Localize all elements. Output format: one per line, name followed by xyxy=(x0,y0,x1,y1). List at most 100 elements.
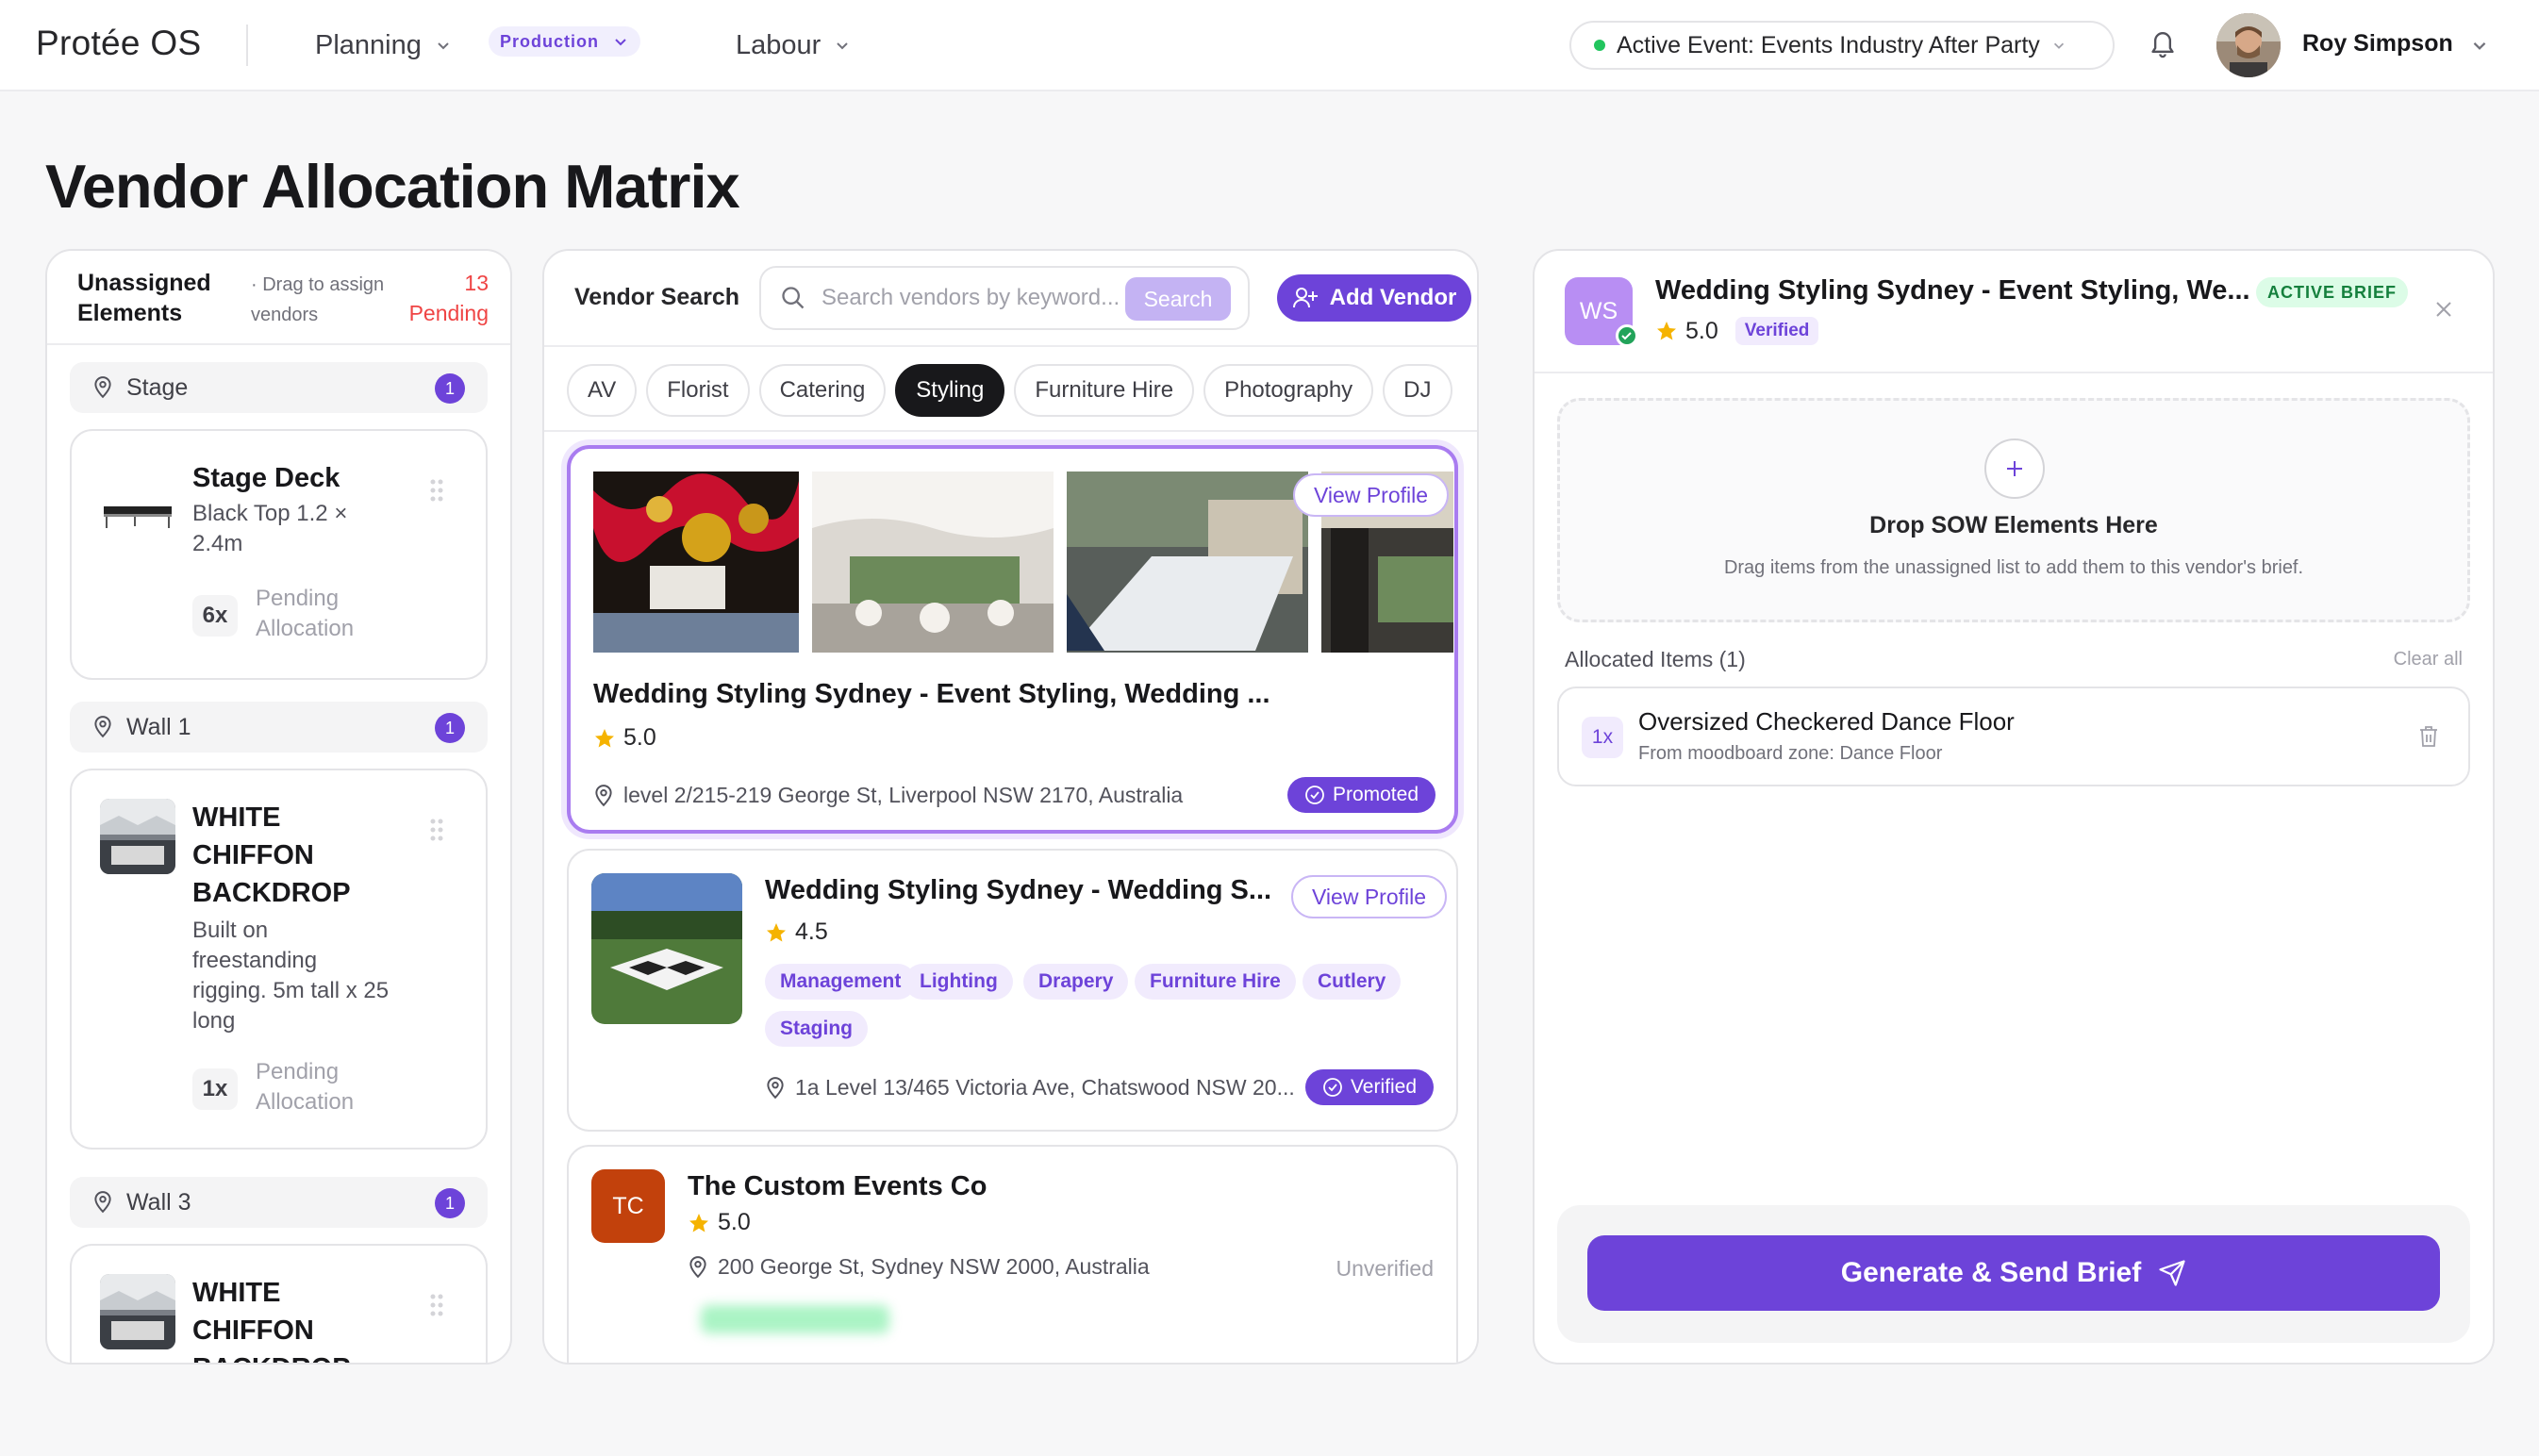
category-chip[interactable]: Catering xyxy=(758,364,887,417)
search-input[interactable] xyxy=(821,285,1123,311)
vendor-photo xyxy=(1067,472,1308,653)
unverified-status: Unverified xyxy=(1336,1256,1434,1281)
blurred-contact xyxy=(701,1305,889,1333)
bell-icon[interactable] xyxy=(2148,28,2178,60)
element-card[interactable]: WHITE CHIFFON BACKDROP xyxy=(70,1244,488,1363)
category-chip[interactable]: Furniture Hire xyxy=(1014,364,1195,417)
online-status-icon xyxy=(1616,324,1638,347)
close-icon[interactable] xyxy=(2432,298,2455,321)
sow-drop-zone[interactable]: Drop SOW Elements Here Drag items from t… xyxy=(1557,398,2470,622)
divider xyxy=(246,25,248,66)
element-title: WHITE CHIFFON BACKDROP xyxy=(192,1278,351,1363)
trash-icon[interactable] xyxy=(2417,724,2440,749)
vendor-name[interactable]: Wedding Styling Sydney - Event Styling, … xyxy=(593,679,1270,710)
user-name[interactable]: Roy Simpson xyxy=(2302,30,2453,58)
zone-name: Wall 1 xyxy=(126,713,191,740)
vendor-card[interactable]: TC The Custom Events Co 5.0 200 George S… xyxy=(567,1145,1458,1363)
zone-header-stage[interactable]: Stage 1 xyxy=(70,362,488,413)
allocation-status: Pending Allocation xyxy=(256,1059,355,1115)
vendor-address: 200 George St, Sydney NSW 2000, Australi… xyxy=(688,1254,1150,1280)
active-event-label: Active Event: Events Industry After Part… xyxy=(1617,31,2040,58)
rating-value: 5.0 xyxy=(623,724,656,751)
allocated-item: 1x Oversized Checkered Dance Floor From … xyxy=(1557,687,2470,786)
category-chip[interactable]: Florist xyxy=(646,364,750,417)
panel-header: Unassigned Elements · Drag to assign ven… xyxy=(47,251,510,345)
vendor-search-panel: Vendor Search Search Add Vendor AVFloris… xyxy=(542,249,1479,1365)
search-button[interactable]: Search xyxy=(1125,277,1231,321)
drop-zone-subtitle: Drag items from the unassigned list to a… xyxy=(1723,557,2304,578)
service-tag: Drapery xyxy=(1023,964,1129,1000)
brief-footer: Generate & Send Brief xyxy=(1557,1205,2470,1343)
view-profile-button[interactable]: View Profile xyxy=(1291,875,1448,918)
chevron-down-icon[interactable] xyxy=(2470,36,2489,55)
element-card[interactable]: WHITE CHIFFON BACKDROP Built on freestan… xyxy=(70,769,488,1150)
element-thumbnail xyxy=(100,799,175,874)
badge-label: Promoted xyxy=(1332,784,1419,805)
zone-count-badge: 1 xyxy=(435,1188,465,1218)
status-dot-icon xyxy=(1594,40,1605,51)
vendor-rating: 4.5 xyxy=(765,918,828,946)
active-event-selector[interactable]: Active Event: Events Industry After Part… xyxy=(1569,21,2115,70)
element-card[interactable]: Stage Deck Black Top 1.2 × 2.4m 6x Pendi… xyxy=(70,429,488,680)
view-profile-button[interactable]: View Profile xyxy=(1293,473,1450,517)
nav-labour[interactable]: Labour xyxy=(711,15,875,75)
category-chip-selected[interactable]: Styling xyxy=(895,364,1005,417)
service-tag: Management xyxy=(765,964,917,1000)
drag-handle-icon[interactable] xyxy=(429,478,444,503)
vendor-rating: 5.0 xyxy=(688,1209,751,1236)
generate-send-brief-button[interactable]: Generate & Send Brief xyxy=(1587,1235,2440,1311)
vendor-name[interactable]: The Custom Events Co xyxy=(688,1171,987,1202)
promoted-badge: Promoted xyxy=(1286,777,1435,813)
nav-label: Labour xyxy=(736,29,821,60)
nav-planning[interactable]: Planning xyxy=(290,15,476,75)
verified-badge: Verified xyxy=(1304,1069,1434,1105)
vendor-card-selected[interactable]: View Profile Wedding Styling Sydney - Ev… xyxy=(567,445,1458,834)
clear-all-button[interactable]: Clear all xyxy=(2394,649,2463,670)
zone-header-wall-1[interactable]: Wall 1 1 xyxy=(70,702,488,753)
add-user-icon xyxy=(1292,288,1318,308)
allocation-status: Pending Allocation xyxy=(256,586,355,641)
map-pin-icon xyxy=(94,1191,111,1214)
quantity-badge: 6x xyxy=(192,595,238,637)
element-description: Built on freestanding rigging. 5m tall x… xyxy=(192,918,390,1034)
vendor-search-box: Search xyxy=(759,266,1250,330)
page-title: Vendor Allocation Matrix xyxy=(45,152,740,221)
category-filter-bar: AV Florist Catering Styling Furniture Hire Ph… xyxy=(567,364,1458,419)
brief-vendor-name: Wedding Styling Sydney - Event Styling, … xyxy=(1655,275,2250,306)
star-icon xyxy=(1657,322,1676,340)
panel-title: Unassigned Elements xyxy=(77,270,211,326)
drag-handle-icon[interactable] xyxy=(429,1293,444,1317)
drag-handle-icon[interactable] xyxy=(429,818,444,842)
map-pin-icon xyxy=(94,376,111,399)
zone-header-wall-3[interactable]: Wall 3 1 xyxy=(70,1177,488,1228)
nav-production[interactable]: Production xyxy=(489,26,640,57)
service-tag: Lighting xyxy=(904,964,1013,1000)
element-title: Stage Deck xyxy=(192,463,340,493)
quantity-badge: 1x xyxy=(1582,717,1623,758)
app-logo[interactable]: Protée OS xyxy=(36,24,201,63)
add-vendor-button[interactable]: Add Vendor xyxy=(1277,274,1471,322)
map-pin-icon xyxy=(689,1255,706,1278)
vendor-photo xyxy=(812,472,1054,653)
category-chip[interactable]: DJ xyxy=(1383,364,1452,417)
vendor-name[interactable]: Wedding Styling Sydney - Wedding S... xyxy=(765,875,1271,906)
vendor-photo xyxy=(591,873,742,1024)
category-chip[interactable]: AV xyxy=(567,364,638,417)
drop-zone-title: Drop SOW Elements Here xyxy=(1869,512,2158,538)
category-chip[interactable]: Photography xyxy=(1203,364,1374,417)
zone-count-badge: 1 xyxy=(435,713,465,743)
nav-label: Production xyxy=(500,31,599,51)
badge-label: Verified xyxy=(1350,1076,1417,1098)
nav-label: Planning xyxy=(315,29,422,60)
element-description: Black Top 1.2 × 2.4m xyxy=(192,501,348,556)
verified-badge: Verified xyxy=(1734,317,1819,345)
avatar[interactable] xyxy=(2216,13,2281,77)
chevron-down-icon xyxy=(438,42,449,50)
brief-header: WS Wedding Styling Sydney - Event Stylin… xyxy=(1535,251,2493,373)
address-text: 1a Level 13/465 Victoria Ave, Chatswood … xyxy=(795,1075,1295,1100)
map-pin-icon xyxy=(767,1076,784,1099)
star-icon xyxy=(689,1213,708,1232)
vendor-address: level 2/215-219 George St, Liverpool NSW… xyxy=(593,783,1183,808)
search-icon xyxy=(782,287,805,309)
vendor-card[interactable]: Wedding Styling Sydney - Wedding S... Vi… xyxy=(567,849,1458,1132)
